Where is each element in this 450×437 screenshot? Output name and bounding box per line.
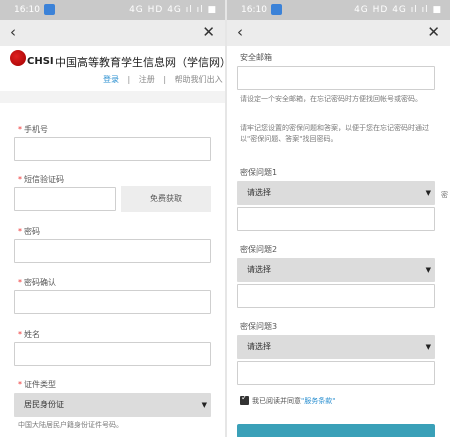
- network-status: 4G HD 4G ıl ıl ■: [129, 5, 217, 15]
- terms-link[interactable]: "服务条款": [301, 397, 335, 405]
- submit-button[interactable]: [237, 424, 435, 437]
- dropdown-caret-icon: ▼: [425, 189, 431, 197]
- phone-label: * 手机号: [18, 125, 48, 134]
- back-icon[interactable]: ‹: [237, 23, 243, 41]
- dropdown-caret-icon: ▼: [425, 266, 431, 274]
- security-answer-1-input[interactable]: [237, 207, 435, 231]
- password-confirm-input[interactable]: [14, 290, 211, 314]
- id-type-value: 居民身份证: [24, 400, 64, 409]
- sms-code-label: * 短信验证码: [18, 175, 64, 184]
- nav-separator: |: [163, 75, 167, 84]
- email-label: 安全邮箱: [240, 53, 272, 62]
- password-input[interactable]: [14, 239, 211, 263]
- get-code-button[interactable]: 免费获取: [121, 186, 211, 212]
- chsi-logo-icon: [10, 50, 26, 66]
- security-question-hint: 请牢记您设置的密保问题和答案，以便于您在忘记密码时通过以"密保问题、答案"找回密…: [240, 124, 429, 143]
- top-nav: 登录 | 注册 | 帮助我们出入: [100, 74, 225, 85]
- sms-code-input[interactable]: [14, 187, 116, 211]
- register-page-left: 16:10 4G HD 4G ıl ıl ■ ‹ ✕ CHSI 中国高等教育学生…: [0, 0, 225, 437]
- notification-icon: [271, 4, 282, 15]
- security-question-1-label: 密保问题1: [240, 168, 278, 177]
- security-question-3-label: 密保问题3: [240, 322, 278, 331]
- agree-text: 我已阅读并同意"服务条款": [252, 397, 336, 405]
- phone-input[interactable]: [14, 137, 211, 161]
- email-input[interactable]: [237, 66, 435, 90]
- agree-checkbox[interactable]: [240, 393, 249, 405]
- notification-icon: [44, 4, 55, 15]
- security-question-2-select[interactable]: 请选择 ▼: [237, 258, 435, 282]
- header-divider: [0, 91, 225, 103]
- nav-bar: ‹ ✕: [227, 20, 450, 46]
- side-mark: 密: [441, 191, 448, 199]
- password-label: * 密码: [18, 227, 40, 236]
- network-status: 4G HD 4G ıl ıl ■: [354, 5, 442, 15]
- id-type-note: 中国大陆居民户籍身份证件号码。: [18, 421, 123, 429]
- close-icon[interactable]: ✕: [427, 23, 440, 41]
- id-type-select[interactable]: 居民身份证 ▼: [14, 393, 211, 417]
- name-input[interactable]: [14, 342, 211, 366]
- nav-bar: ‹ ✕: [0, 20, 225, 46]
- name-label: * 姓名: [18, 330, 40, 339]
- security-question-3-select[interactable]: 请选择 ▼: [237, 335, 435, 359]
- security-answer-2-input[interactable]: [237, 284, 435, 308]
- register-page-right: 16:10 4G HD 4G ıl ıl ■ ‹ ✕ 安全邮箱 请设定一个安全邮…: [227, 0, 450, 437]
- dropdown-caret-icon: ▼: [425, 343, 431, 351]
- nav-login-link[interactable]: 登录: [103, 75, 119, 84]
- email-hint: 请设定一个安全邮箱，在忘记密码时方便找回帐号或密码。: [240, 95, 422, 103]
- security-question-1-select[interactable]: 请选择 ▼: [237, 181, 435, 205]
- site-name: 中国高等教育学生信息网（学信网）: [55, 56, 225, 69]
- password-confirm-label: * 密码确认: [18, 278, 56, 287]
- id-type-label: * 证件类型: [18, 380, 56, 389]
- status-time: 16:10: [14, 5, 40, 15]
- nav-help-link[interactable]: 帮助我们出入: [175, 75, 223, 84]
- close-icon[interactable]: ✕: [202, 23, 215, 41]
- status-bar: 16:10 4G HD 4G ıl ıl ■: [227, 0, 450, 20]
- dropdown-caret-icon: ▼: [201, 401, 207, 409]
- security-answer-3-input[interactable]: [237, 361, 435, 385]
- status-time: 16:10: [241, 5, 267, 15]
- logo-text: CHSI: [27, 56, 54, 67]
- nav-register-link[interactable]: 注册: [139, 75, 155, 84]
- nav-separator: |: [127, 75, 131, 84]
- back-icon[interactable]: ‹: [10, 23, 16, 41]
- security-question-2-label: 密保问题2: [240, 245, 278, 254]
- status-bar: 16:10 4G HD 4G ıl ıl ■: [0, 0, 225, 20]
